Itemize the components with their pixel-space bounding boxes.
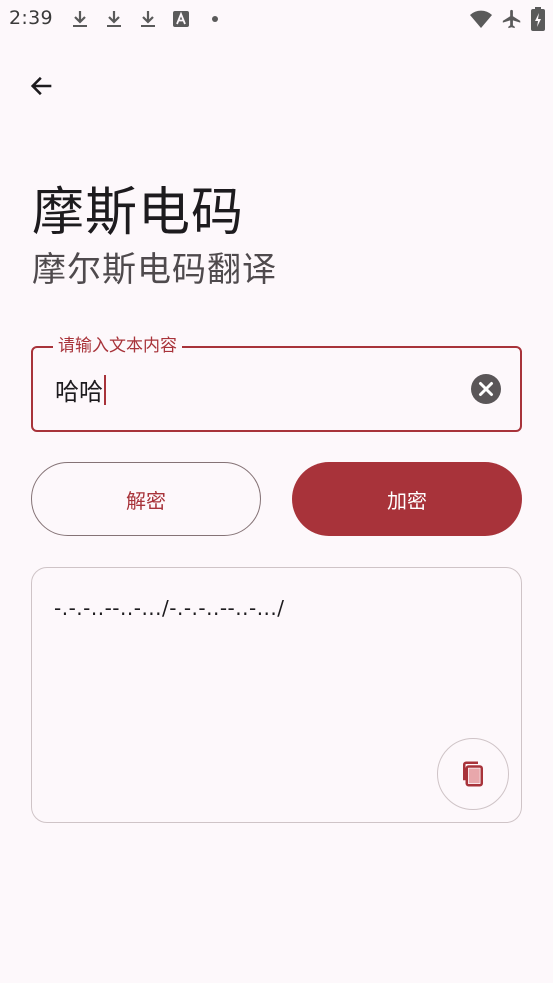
font-icon: [172, 10, 190, 28]
text-input-value: 哈哈: [55, 378, 103, 406]
download-icon: [138, 9, 158, 29]
notification-icons: [70, 9, 218, 29]
status-time: 2:39: [9, 7, 53, 29]
arrow-left-icon: [30, 76, 52, 96]
wifi-icon: [469, 9, 493, 33]
text-input-field[interactable]: 请输入文本内容 哈哈: [31, 335, 522, 432]
page-subtitle: 摩尔斯电码翻译: [32, 250, 277, 290]
dot-icon: [212, 16, 218, 22]
download-icon: [104, 9, 124, 29]
download-icon: [70, 9, 90, 29]
screen: 2:39 摩斯电码 摩尔斯电码翻译 请输入文本内容 哈哈 解密 加密 -.-.-…: [0, 0, 553, 983]
status-bar: 2:39: [0, 0, 553, 38]
clear-icon: [471, 374, 501, 404]
encrypt-button[interactable]: 加密: [292, 462, 522, 536]
page-title: 摩斯电码: [32, 183, 245, 243]
copy-icon: [463, 761, 483, 787]
result-text: -.-.-..--..-.../-.-.-..--..-.../: [54, 596, 285, 620]
text-caret: [104, 374, 106, 405]
airplane-icon: [501, 8, 523, 34]
battery-charging-icon: [531, 7, 545, 35]
text-input-label: 请输入文本内容: [53, 335, 182, 357]
result-card: -.-.-..--..-.../-.-.-..--..-.../: [31, 567, 522, 823]
clear-button[interactable]: [470, 373, 502, 405]
system-icons: [469, 7, 545, 35]
copy-button[interactable]: [437, 738, 509, 810]
back-button[interactable]: [20, 64, 64, 108]
decrypt-button[interactable]: 解密: [31, 462, 261, 536]
text-input[interactable]: 哈哈: [55, 372, 106, 407]
